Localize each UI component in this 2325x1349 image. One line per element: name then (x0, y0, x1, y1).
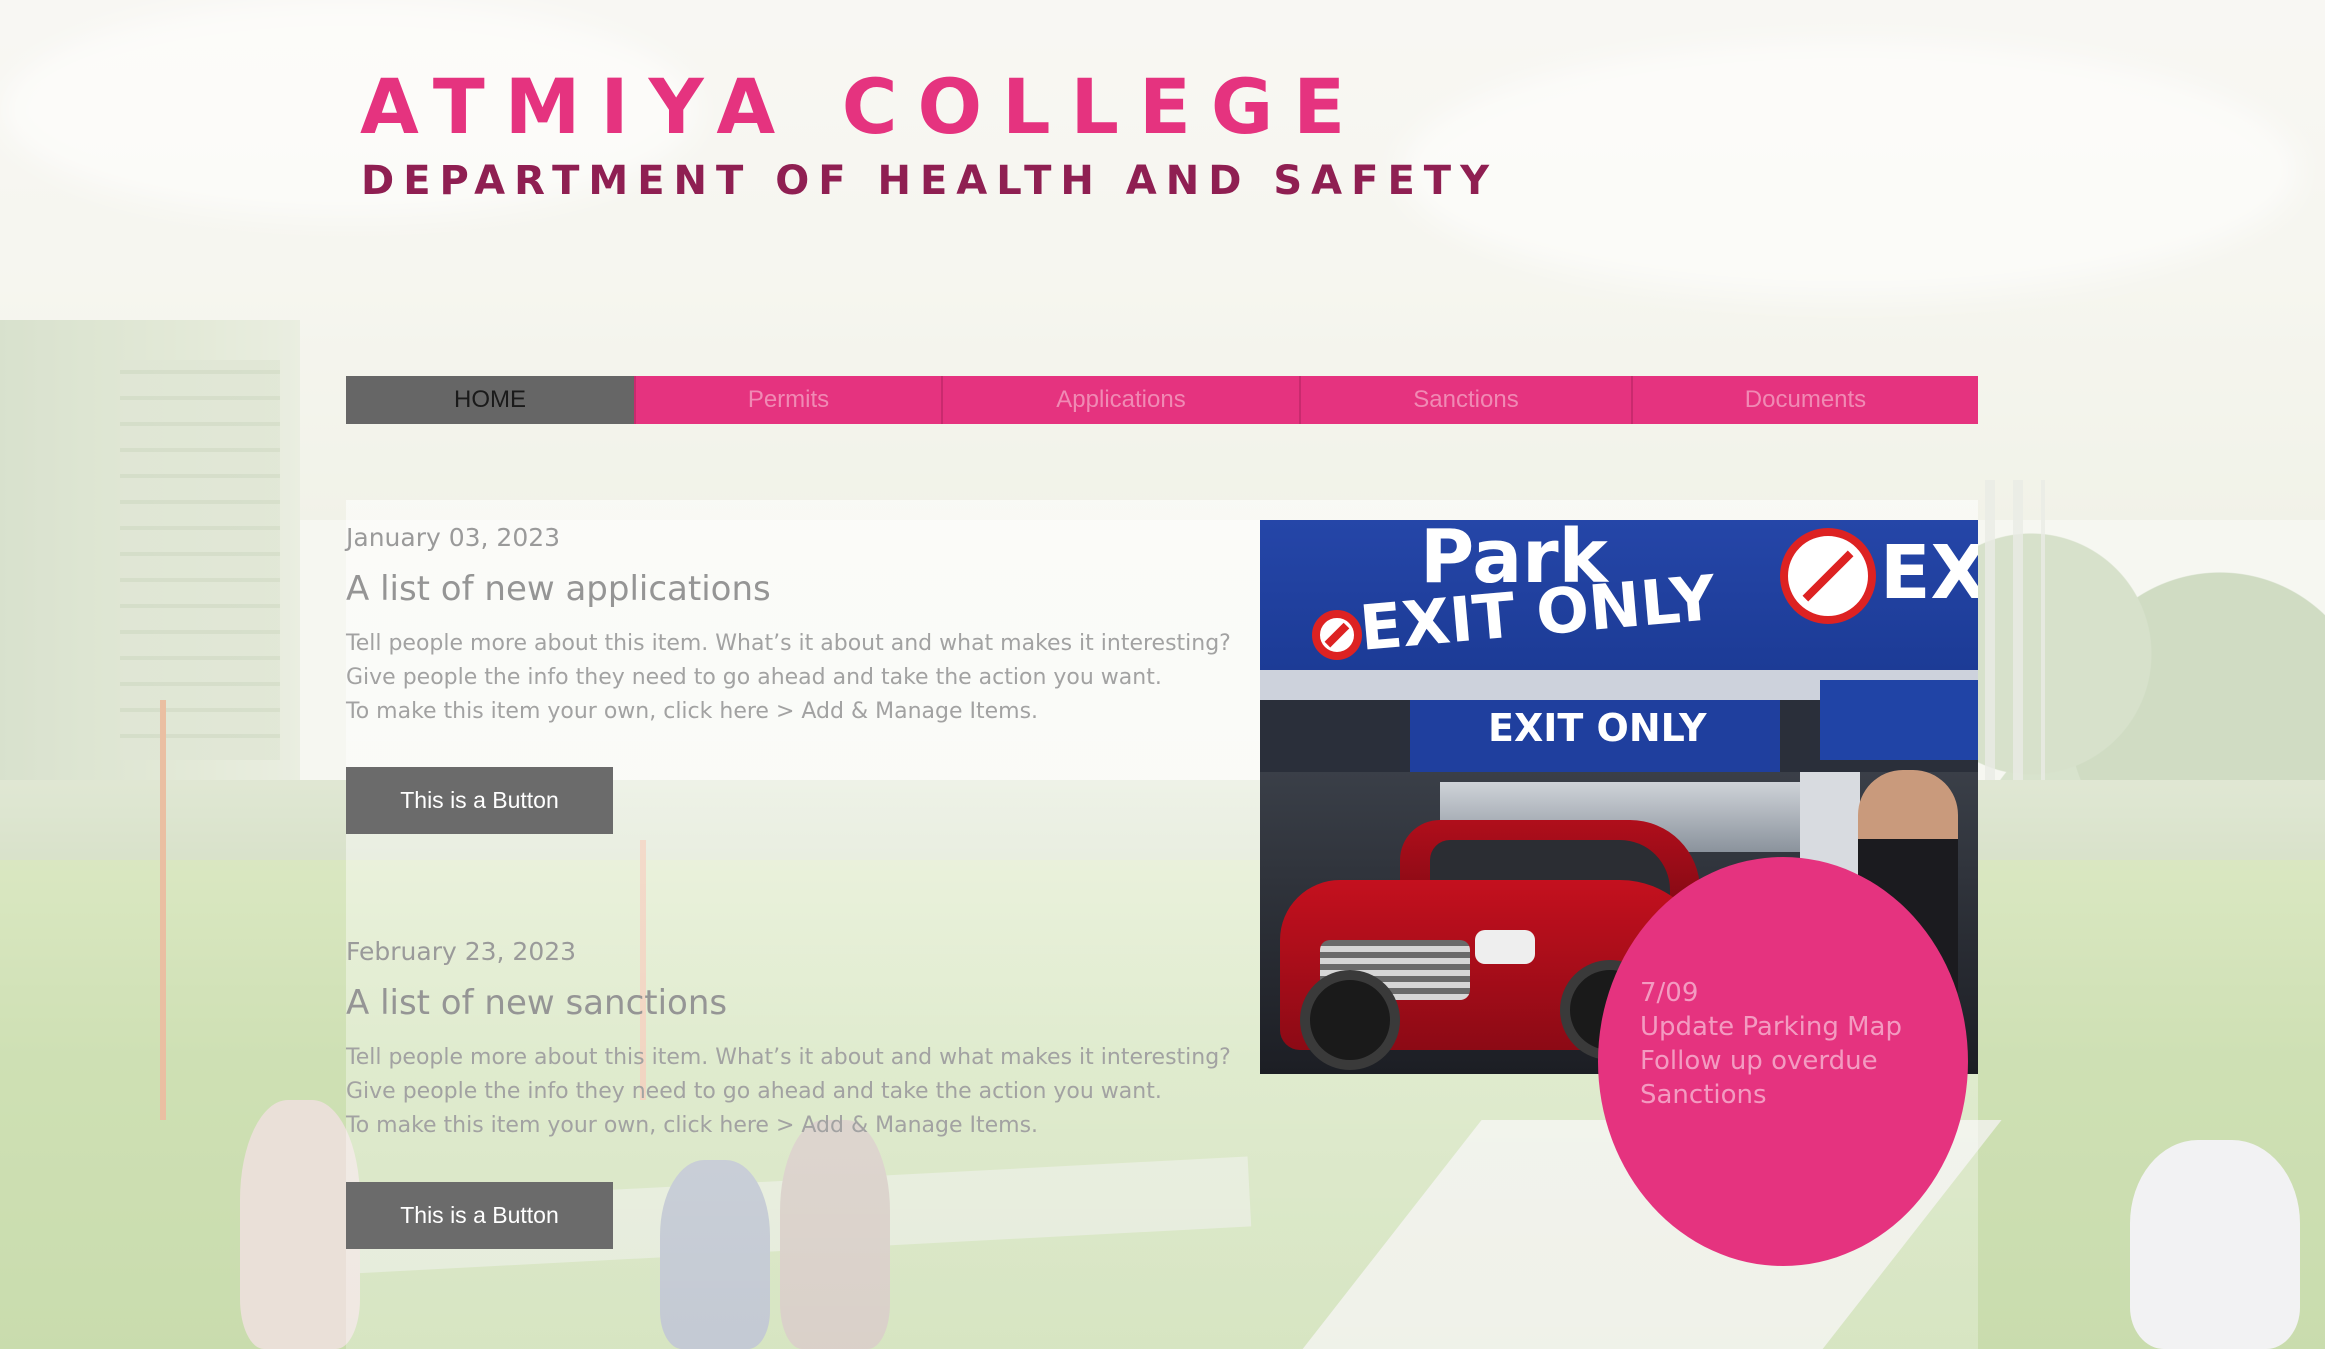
post-body: Tell people more about this item. What’s… (346, 627, 1231, 729)
nav-item-documents[interactable]: Documents (1631, 376, 1978, 424)
post-title: A list of new sanctions (346, 983, 728, 1023)
notice-line: Update Parking Map (1640, 1012, 1902, 1042)
nav-item-permits[interactable]: Permits (634, 376, 941, 424)
nav-item-home[interactable]: HOME (346, 376, 634, 424)
post-sanctions: February 23, 2023 A list of new sanction… (346, 935, 1231, 1143)
applications-button[interactable]: This is a Button (346, 767, 613, 834)
notice-date: 7/09 (1640, 978, 1699, 1008)
post-body-line: Give people the info they need to go ahe… (346, 665, 1162, 690)
college-title: ATMIYA COLLEGE (360, 62, 1366, 151)
main-nav: HOME Permits Applications Sanctions Docu… (346, 376, 1978, 424)
post-body-line: Give people the info they need to go ahe… (346, 1079, 1162, 1104)
post-date: February 23, 2023 (346, 937, 577, 966)
notice-line: Follow up overdue (1640, 1046, 1878, 1076)
post-title: A list of new applications (346, 569, 771, 609)
notice-text: 7/09 Update Parking Map Follow up overdu… (1640, 976, 1940, 1112)
post-body-line: Tell people more about this item. What’s… (346, 631, 1231, 656)
banner-exit-only-text: EXIT ONLY (1488, 706, 1707, 750)
exit-sign-right (1820, 680, 1978, 760)
nav-item-applications[interactable]: Applications (941, 376, 1299, 424)
nav-item-sanctions[interactable]: Sanctions (1299, 376, 1631, 424)
post-body-line: To make this item your own, click here >… (346, 1113, 1039, 1138)
sanctions-button[interactable]: This is a Button (346, 1182, 613, 1249)
no-entry-sign-icon (1780, 528, 1876, 624)
post-date: January 03, 2023 (346, 523, 561, 552)
post-body-line: Tell people more about this item. What’s… (346, 1045, 1231, 1070)
no-entry-sign-icon (1312, 610, 1362, 660)
post-body: Tell people more about this item. What’s… (346, 1041, 1231, 1143)
sign-right-text: EX (1880, 530, 1978, 616)
post-applications: January 03, 2023 A list of new applicati… (346, 521, 1231, 729)
notice-line: Sanctions (1640, 1080, 1767, 1110)
post-body-line: To make this item your own, click here >… (346, 699, 1039, 724)
department-subtitle: DEPARTMENT OF HEALTH AND SAFETY (361, 158, 1499, 204)
